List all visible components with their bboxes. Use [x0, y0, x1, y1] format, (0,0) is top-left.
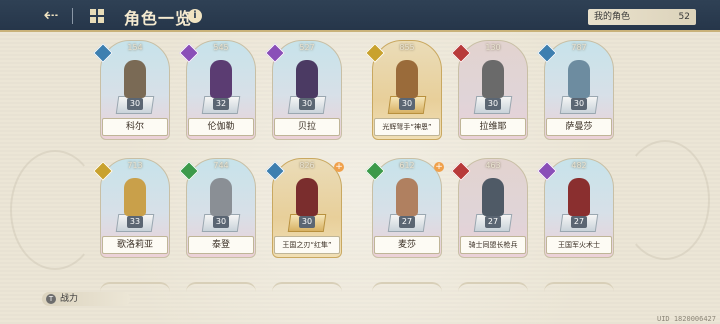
character-level: 30: [127, 98, 143, 110]
character-level: 32: [213, 98, 229, 110]
character-level: 27: [399, 216, 415, 228]
my-roles-counter: 我的角色 52: [588, 9, 696, 25]
character-name: 伦伽勒: [188, 118, 254, 136]
character-level: 30: [485, 98, 501, 110]
character-card[interactable]: 130 30 拉维耶: [451, 40, 528, 140]
character-card[interactable]: 154 30 科尔: [93, 40, 170, 140]
character-sprite: [568, 178, 590, 216]
character-sprite: [210, 178, 232, 216]
character-level: 30: [299, 98, 315, 110]
character-level: 27: [571, 216, 587, 228]
add-icon: +: [434, 162, 444, 172]
character-level: 30: [571, 98, 587, 110]
character-level: 30: [213, 216, 229, 228]
character-card[interactable]: 612 27 麦莎 +: [365, 158, 444, 258]
character-name: 麦莎: [374, 236, 440, 254]
character-card[interactable]: 855 30 光辉弩手“神恩”: [365, 40, 442, 140]
character-sprite: [482, 178, 504, 216]
sort-label: 战力: [60, 294, 79, 304]
character-sprite: [482, 60, 504, 98]
character-sprite: [396, 178, 418, 216]
my-roles-label: 我的角色: [594, 12, 631, 22]
character-card[interactable]: 787 30 萨曼莎: [537, 40, 614, 140]
character-name: 王国军火术士: [546, 236, 612, 254]
user-id: UID 1820006427: [656, 315, 716, 323]
page-title: 角色一览: [124, 9, 193, 28]
back-arrow-icon[interactable]: ⇠: [38, 6, 64, 26]
character-card[interactable]: 826 30 王国之刃“红隼” +: [265, 158, 344, 258]
character-name: 泰登: [188, 236, 254, 254]
character-name: 王国之刃“红隼”: [274, 236, 340, 254]
character-sprite: [396, 60, 418, 98]
info-icon[interactable]: i: [188, 9, 202, 23]
character-card[interactable]: 545 32 伦伽勒: [179, 40, 256, 140]
character-name: 科尔: [102, 118, 168, 136]
character-name: 贝拉: [274, 118, 340, 136]
character-card[interactable]: 744 30 泰登: [179, 158, 256, 258]
character-card[interactable]: 527 30 贝拉: [265, 40, 342, 140]
character-sprite: [568, 60, 590, 98]
character-name: 骑士同盟长枪兵: [460, 236, 526, 254]
decorative-swirl-left: [10, 150, 100, 270]
character-card[interactable]: 482 27 王国军火术士: [537, 158, 614, 258]
character-name: 歌洛莉亚: [102, 236, 168, 254]
grid-icon[interactable]: [90, 9, 104, 23]
character-sprite: [296, 178, 318, 216]
character-level: 30: [299, 216, 315, 228]
character-sprite: [124, 178, 146, 216]
character-name: 光辉弩手“神恩”: [374, 118, 440, 136]
top-bar: ⇠ 角色一览 i 我的角色 52: [0, 0, 720, 32]
sort-by-power-button[interactable]: T 战力: [42, 292, 130, 306]
character-name: 萨曼莎: [546, 118, 612, 136]
character-sprite: [296, 60, 318, 98]
character-card[interactable]: 463 27 骑士同盟长枪兵: [451, 158, 528, 258]
my-roles-count: 52: [678, 12, 690, 22]
add-icon: +: [334, 162, 344, 172]
character-sprite: [210, 60, 232, 98]
character-name: 拉维耶: [460, 118, 526, 136]
character-level: 30: [399, 98, 415, 110]
sort-icon: T: [46, 294, 56, 304]
character-level: 27: [485, 216, 501, 228]
character-card[interactable]: 713 33 歌洛莉亚: [93, 158, 170, 258]
character-sprite: [124, 60, 146, 98]
decorative-swirl-right: [620, 140, 710, 260]
divider: [72, 8, 73, 24]
character-level: 33: [127, 216, 143, 228]
